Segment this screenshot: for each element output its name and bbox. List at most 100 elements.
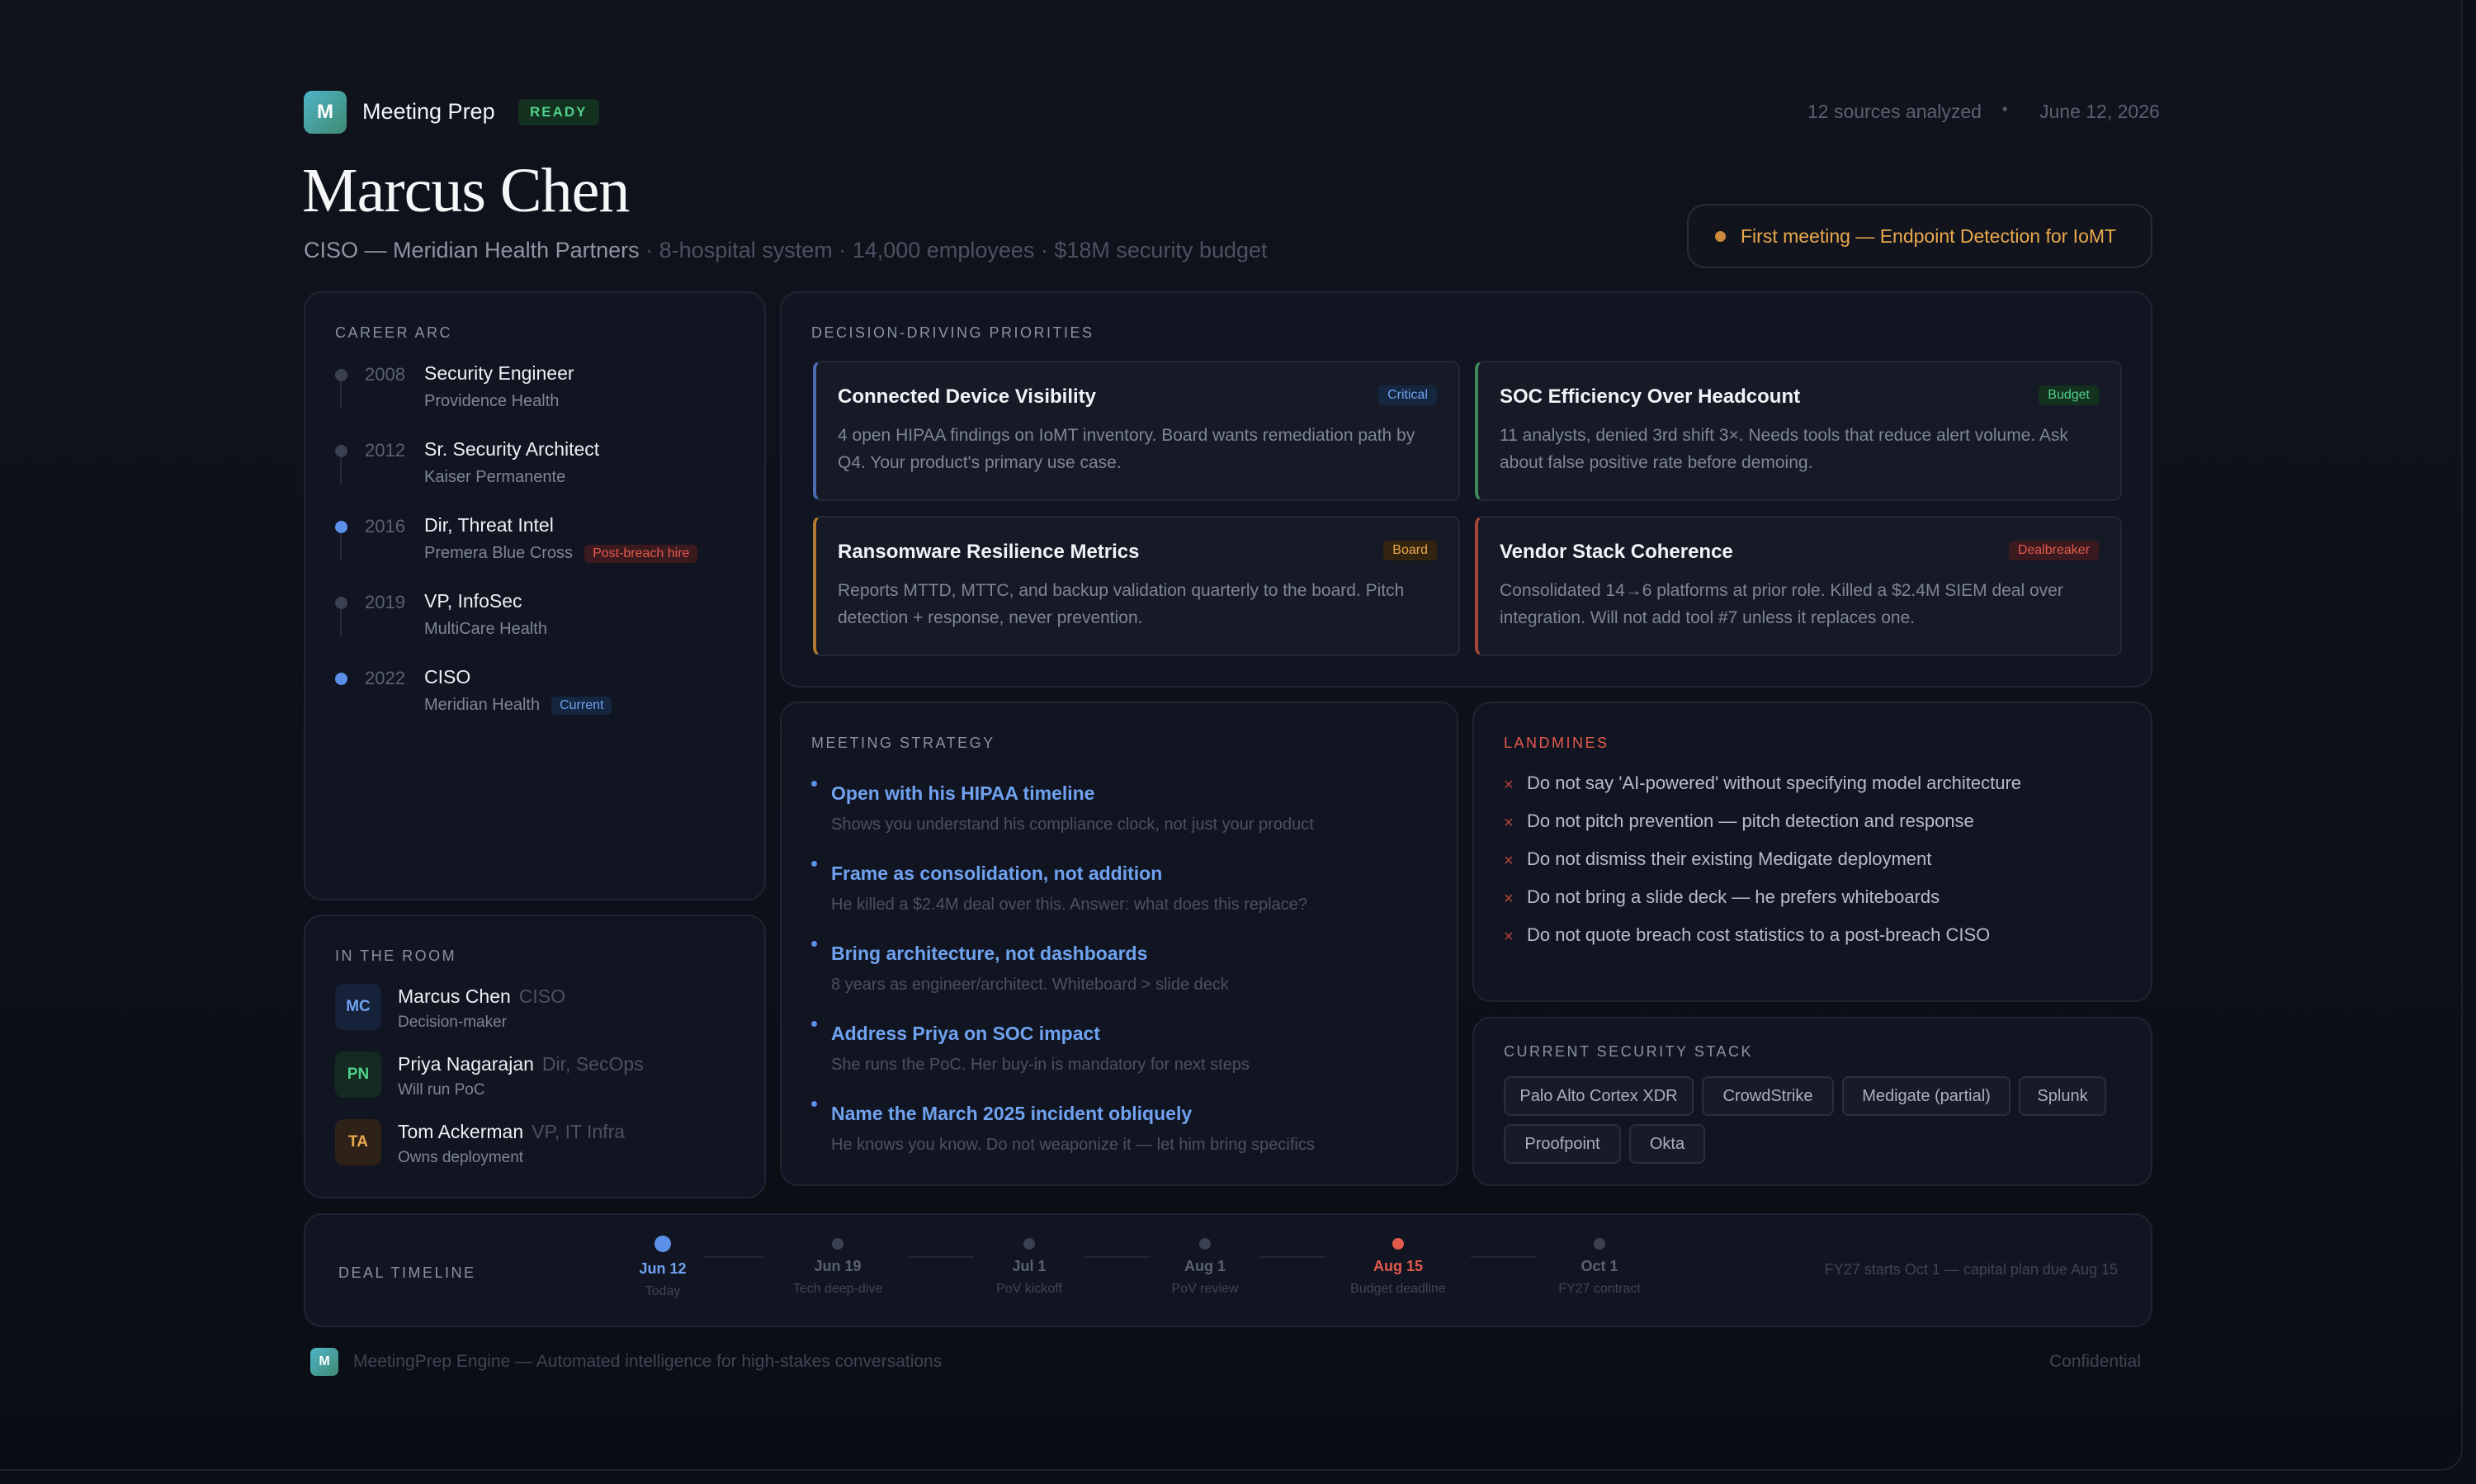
milestone-description: Tech deep-dive [792,1282,883,1296]
person-title: VP, IT Infra [532,1121,626,1142]
milestone-description: PoV review [1171,1282,1239,1296]
career-org-row: MultiCare Health [424,620,547,639]
avatar: MC [335,984,381,1030]
priority-description: Consolidated 14→6 platforms at prior rol… [1500,581,2063,627]
strategy-title: Name the March 2025 incident obliquely [831,1103,1193,1124]
bullet-icon [811,941,817,947]
milestone: Aug 1 PoV review [1114,1238,1296,1297]
career-org: Premera Blue Cross [424,544,574,562]
milestone-dot-icon [1023,1238,1035,1250]
strategy-subtitle: She runs the PoC. Her buy-in is mandator… [831,1056,1250,1074]
priority-title: Vendor Stack Coherence [1500,541,1733,563]
stack-chip: Splunk [2019,1076,2106,1116]
footer-text: MeetingPrep Engine — Automated intellige… [353,1352,943,1371]
priorities-card: DECISION-DRIVING PRIORITIES Connected De… [780,291,2152,688]
landmine-item: Do not pitch prevention — pitch detectio… [1527,811,1974,831]
stack-chip: Palo Alto Cortex XDR [1504,1076,1694,1116]
career-org-row: Kaiser Permanente [424,468,565,487]
milestone: Jul 1 PoV kickoff [938,1238,1120,1297]
career-org-row: Meridian Health Current [424,696,612,715]
career-year: 2019 [365,592,405,612]
contact-subtitle: CISO — Meridian Health Partners · 8-hosp… [304,238,1268,263]
strategy-title: Address Priya on SOC impact [831,1023,1100,1044]
deal-timeline-label: DEAL TIMELINE [338,1264,476,1281]
meta-separator: • [2002,101,2008,117]
milestone-description: Today [645,1284,681,1298]
career-arc-card: CAREER ARC 2008 Security Engineer Provid… [304,291,766,900]
meeting-strategy-label: MEETING STRATEGY [811,735,995,751]
meeting-type-label: First meeting — Endpoint Detection for I… [1741,224,2117,247]
app-title: Meeting Prep [362,99,495,124]
milestone-date: Jun 12 [639,1260,687,1277]
priority-tag: Critical [1378,385,1437,405]
app-logo: M [304,91,347,134]
x-icon: × [1504,814,1514,832]
milestone-date: Aug 1 [1184,1258,1226,1274]
career-year: 2012 [365,440,405,461]
priority-item: Ransomware Resilience Metrics Board Repo… [813,516,1460,656]
meeting-date: June 12, 2026 [2039,101,2160,122]
milestone-description: FY27 contract [1558,1282,1641,1296]
career-org: MultiCare Health [424,620,547,638]
person-name: Priya Nagarajan [398,1053,534,1075]
deal-timeline-card: DEAL TIMELINE Jun 12 Today Jun 19 Tech d… [304,1213,2152,1327]
priorities-label: DECISION-DRIVING PRIORITIES [811,324,1094,341]
priority-title: Ransomware Resilience Metrics [838,541,1140,563]
bullet-icon [811,1101,817,1107]
avatar: TA [335,1119,381,1165]
person-name: Marcus Chen [398,985,511,1007]
strategy-subtitle: 8 years as engineer/architect. Whiteboar… [831,976,1229,994]
landmine-item: Do not dismiss their existing Medigate d… [1527,848,1932,869]
milestone-dot-icon [1392,1238,1404,1250]
strategy-subtitle: He knows you know. Do not weaponize it —… [831,1136,1315,1154]
milestone-date: Jun 19 [814,1258,862,1274]
landmines-card: LANDMINES × Do not say 'AI-powered' with… [1472,702,2152,1002]
milestone: Oct 1 FY27 contract [1509,1238,1690,1297]
bullet-icon [811,781,817,787]
priority-title: SOC Efficiency Over Headcount [1500,385,1801,408]
career-year: 2016 [365,516,405,536]
current-badge: Current [551,696,612,715]
milestone-dot-icon [654,1236,671,1252]
milestone-today: Jun 12 Today [572,1236,754,1299]
security-stack-label: CURRENT SECURITY STACK [1504,1043,1754,1060]
career-title: CISO [424,666,471,688]
priority-description: 11 analysts, denied 3rd shift 3×. Needs … [1500,426,2068,472]
meeting-type-pill: First meeting — Endpoint Detection for I… [1687,204,2152,268]
person-name-row: Marcus Chen CISO [398,985,565,1008]
timeline-dot-icon [335,673,347,685]
landmine-item: Do not say 'AI-powered' without specifyi… [1527,773,2022,793]
priority-tag: Budget [2039,385,2099,405]
timeline-dot-icon [335,445,347,457]
priority-item: Connected Device Visibility Critical 4 o… [813,361,1460,501]
status-dot-icon [1715,230,1726,242]
career-title: Security Engineer [424,362,574,384]
person-title: Dir, SecOps [541,1053,644,1075]
career-title: VP, InfoSec [424,590,522,612]
post-breach-badge: Post-breach hire [584,544,698,563]
milestone-description: PoV kickoff [996,1282,1062,1296]
status-badge: READY [518,99,599,125]
strategy-subtitle: He killed a $2.4M deal over this. Answer… [831,896,1307,914]
timeline-dot-icon [335,521,347,533]
in-the-room-label: IN THE ROOM [335,948,457,964]
security-stack-card: CURRENT SECURITY STACK Palo Alto Cortex … [1472,1017,2152,1186]
contact-details: · 8-hospital system · 14,000 employees ·… [639,238,1268,262]
career-title: Dir, Threat Intel [424,514,554,536]
strategy-subtitle: Shows you understand his compliance cloc… [831,815,1314,834]
career-year: 2008 [365,364,405,385]
stack-chip: CrowdStrike [1702,1076,1834,1116]
x-icon: × [1504,928,1514,946]
strategy-title: Bring architecture, not dashboards [831,943,1148,964]
milestone-date: Aug 15 [1373,1258,1423,1274]
landmines-label: LANDMINES [1504,735,1609,751]
bullet-icon [811,1021,817,1027]
stack-chip: Proofpoint [1504,1124,1621,1164]
sources-count: 12 sources analyzed [1807,101,1982,122]
meeting-strategy-card: MEETING STRATEGY Open with his HIPAA tim… [780,702,1458,1186]
confidential-label: Confidential [2049,1352,2141,1371]
stack-chip: Okta [1629,1124,1705,1164]
milestone-date: Jul 1 [1012,1258,1047,1274]
person-role: Decision-maker [398,1014,507,1031]
career-title: Sr. Security Architect [424,438,600,460]
